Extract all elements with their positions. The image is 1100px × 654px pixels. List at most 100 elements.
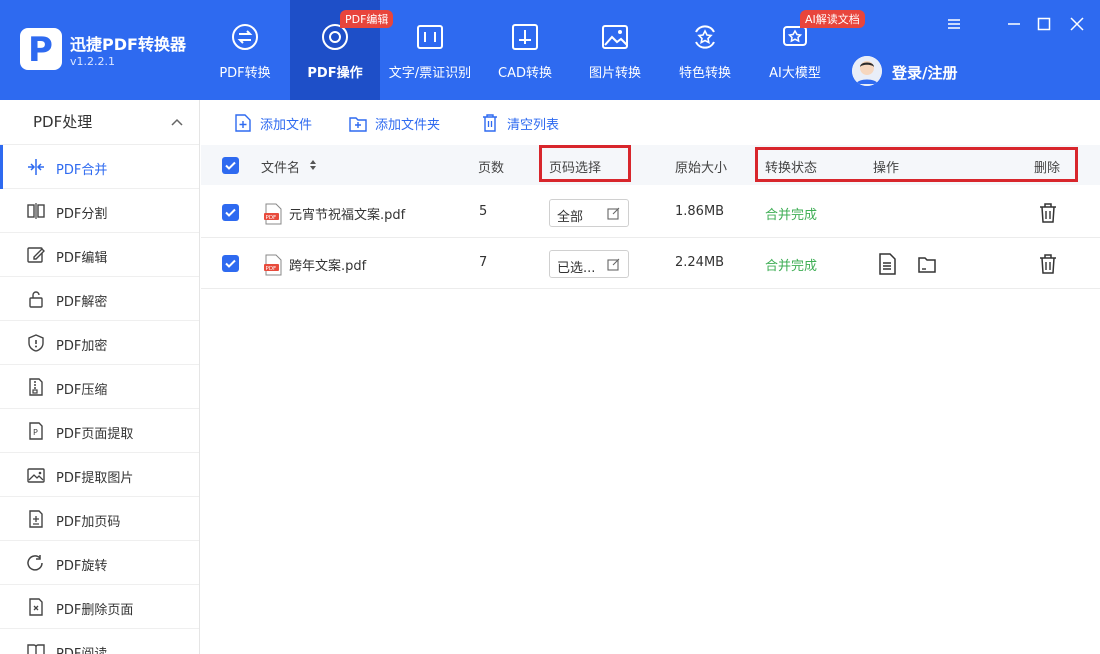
open-file-icon[interactable] — [877, 253, 897, 275]
page-range-selector[interactable]: 全部 — [549, 199, 629, 227]
sidebar-item-merge[interactable]: PDF合并 — [0, 145, 199, 189]
sidebar-item-decrypt[interactable]: PDF解密 — [0, 277, 199, 321]
image-extract-icon — [27, 468, 45, 483]
row-size: 2.24MB — [675, 255, 725, 270]
trash-icon[interactable] — [1038, 202, 1058, 224]
page-range-selector[interactable]: 已选... — [549, 250, 629, 278]
app-name: 迅捷PDF转换器 — [70, 35, 186, 54]
table-row[interactable]: PDF 元宵节祝福文案.pdf 5 全部 1.86MB 合并完成 — [201, 187, 1100, 238]
sidebar-item-label: PDF提取图片 — [56, 471, 134, 486]
sidebar: PDF处理 PDF合并 PDF分割 PDF编辑 PDF解密 PDF加密 PDF压… — [0, 100, 200, 654]
header-size: 原始大小 — [675, 161, 728, 176]
add-file-label: 添加文件 — [260, 118, 313, 133]
nav-ocr[interactable]: 文字/票证识别 — [380, 0, 480, 100]
special-icon — [695, 25, 715, 49]
page-range-value: 全部 — [557, 210, 584, 225]
sidebar-item-label: PDF编辑 — [56, 251, 108, 266]
app-version: v1.2.2.1 — [70, 55, 115, 68]
open-folder-icon[interactable] — [917, 253, 937, 275]
sidebar-item-delete-page[interactable]: PDF删除页面 — [0, 585, 199, 629]
sidebar-item-split[interactable]: PDF分割 — [0, 189, 199, 233]
svg-text:PDF: PDF — [266, 266, 277, 272]
nav-cad[interactable]: CAD转换 — [480, 0, 570, 100]
page-extract-icon: P — [29, 422, 43, 440]
title-bar: P 迅捷PDF转换器 v1.2.2.1 PDF转换 PDF操作 PDF编辑 文字… — [0, 0, 1100, 100]
chevron-up-icon — [171, 118, 183, 126]
split-icon — [27, 203, 45, 219]
cad-icon — [512, 24, 538, 50]
maximize-icon[interactable] — [1034, 14, 1054, 34]
nav-label: AI大模型 — [769, 66, 821, 81]
menu-icon[interactable] — [944, 14, 964, 34]
highlight-status-actions — [755, 147, 1078, 182]
merge-icon — [28, 159, 44, 175]
highlight-page-range — [539, 145, 631, 182]
login-register-link[interactable]: 登录/注册 — [892, 62, 957, 83]
avatar[interactable] — [852, 56, 882, 86]
sort-icon[interactable] — [309, 159, 317, 171]
nav-label: PDF操作 — [307, 66, 363, 81]
sidebar-item-label: PDF分割 — [56, 207, 108, 222]
sidebar-item-label: PDF解密 — [56, 295, 108, 310]
ocr-icon — [417, 25, 443, 49]
row-checkbox[interactable] — [222, 204, 239, 221]
nav-label: 特色转换 — [678, 66, 731, 81]
sidebar-item-label: PDF旋转 — [56, 559, 108, 574]
row-filename: 元宵节祝福文案.pdf — [289, 208, 406, 223]
image-icon — [602, 25, 628, 49]
page-range-value: 已选... — [557, 261, 596, 276]
sidebar-section-title: PDF处理 — [33, 113, 93, 131]
row-size: 1.86MB — [675, 204, 725, 219]
edit-icon — [27, 247, 45, 263]
rotate-icon — [27, 555, 43, 571]
sidebar-item-encrypt[interactable]: PDF加密 — [0, 321, 199, 365]
sidebar-item-label: PDF删除页面 — [56, 603, 134, 618]
app-logo: P — [20, 28, 62, 70]
sidebar-item-image-extract[interactable]: PDF提取图片 — [0, 453, 199, 497]
sidebar-item-label: PDF阅读 — [56, 643, 107, 654]
sidebar-item-rotate[interactable]: PDF旋转 — [0, 541, 199, 585]
sidebar-item-compress[interactable]: PDF压缩 — [0, 365, 199, 409]
sidebar-item-label: PDF加密 — [56, 339, 108, 354]
row-status: 合并完成 — [765, 259, 818, 274]
sidebar-item-label: PDF页面提取 — [56, 427, 134, 442]
table-row[interactable]: PDF 跨年文案.pdf 7 已选... 2.24MB 合并完成 — [201, 238, 1100, 289]
page-number-icon — [29, 510, 43, 528]
sidebar-item-page-extract[interactable]: P PDF页面提取 — [0, 409, 199, 453]
book-icon — [27, 644, 45, 654]
edit-icon — [607, 258, 620, 271]
pdf-file-icon: PDF — [264, 203, 282, 225]
sidebar-section-pdf-process[interactable]: PDF处理 — [0, 100, 199, 145]
svg-text:P: P — [33, 428, 38, 437]
row-pages: 5 — [479, 204, 488, 219]
compress-icon — [29, 378, 43, 396]
nav-label: PDF转换 — [219, 66, 271, 81]
minimize-icon[interactable] — [1004, 14, 1024, 34]
sidebar-item-edit[interactable]: PDF编辑 — [0, 233, 199, 277]
sidebar-item-label: PDF压缩 — [56, 383, 108, 398]
unlock-icon — [29, 291, 43, 308]
clear-list-label: 清空列表 — [507, 118, 560, 133]
nav-label: CAD转换 — [498, 66, 552, 81]
toolbar: 添加文件 添加文件夹 清空列表 — [201, 100, 1100, 145]
svg-text:PDF: PDF — [266, 215, 277, 221]
sidebar-item-page-number[interactable]: PDF加页码 — [0, 497, 199, 541]
select-all-checkbox[interactable] — [222, 157, 239, 174]
delete-page-icon — [29, 598, 43, 616]
row-checkbox[interactable] — [222, 255, 239, 272]
nav-image[interactable]: 图片转换 — [570, 0, 660, 100]
sidebar-item-read[interactable]: PDF阅读 — [0, 629, 199, 654]
row-status: 合并完成 — [765, 208, 818, 223]
sidebar-item-label: PDF合并 — [56, 163, 108, 178]
close-icon[interactable] — [1067, 14, 1087, 34]
nav-special[interactable]: 特色转换 — [660, 0, 750, 100]
header-filename[interactable]: 文件名 — [261, 157, 300, 176]
trash-icon[interactable] — [1038, 253, 1058, 275]
add-folder-icon — [349, 117, 367, 132]
shield-icon — [28, 334, 44, 352]
edit-icon — [607, 207, 620, 220]
nav-pdf-convert[interactable]: PDF转换 — [200, 0, 290, 100]
nav-label: 图片转换 — [588, 66, 641, 81]
pdf-file-icon: PDF — [264, 254, 282, 276]
add-file-icon — [235, 114, 251, 132]
